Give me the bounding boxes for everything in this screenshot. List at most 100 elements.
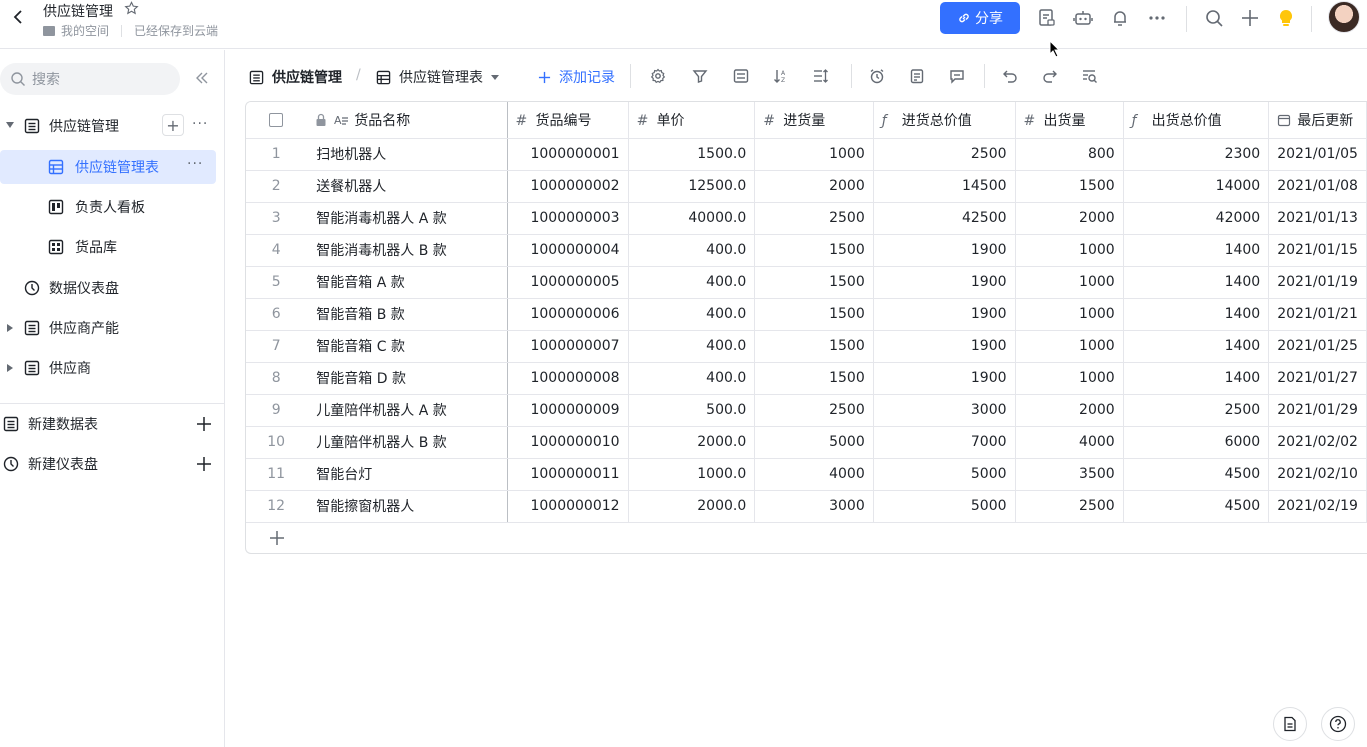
location-link[interactable]: 我的空间 xyxy=(61,22,109,39)
column-header-in-value[interactable]: ƒ 进货总价值 xyxy=(873,102,1016,139)
cell-out-val[interactable]: 4500 xyxy=(1123,490,1270,523)
cell-out-qty[interactable]: 4000 xyxy=(1015,426,1124,459)
column-header-name[interactable]: A 货品名称 xyxy=(306,102,508,139)
cell-out-val[interactable]: 1400 xyxy=(1123,298,1270,331)
table-row[interactable]: 7 智能音箱 C 款 1000000007 400.0 1500 1900 1000 1400… xyxy=(246,330,1367,363)
cell-name[interactable]: 儿童陪伴机器人 A 款 xyxy=(306,394,508,427)
expand-caret-icon[interactable] xyxy=(6,122,14,128)
cell-out-qty[interactable]: 1000 xyxy=(1015,266,1124,299)
cell-out-qty[interactable]: 1000 xyxy=(1015,298,1124,331)
cell-in-val[interactable]: 1900 xyxy=(873,298,1016,331)
cell-name[interactable]: 智能擦窗机器人 xyxy=(306,490,508,523)
table-row[interactable]: 8 智能音箱 D 款 1000000008 400.0 1500 1900 1000 1400… xyxy=(246,362,1367,395)
column-header-in-qty[interactable]: # 进货量 xyxy=(754,102,874,139)
column-header-last-updated[interactable]: 最后更新 xyxy=(1268,102,1367,139)
select-all-checkbox[interactable] xyxy=(269,112,284,127)
sidebar-item-dashboard[interactable]: 数据仪表盘 xyxy=(0,271,225,305)
cell-code[interactable]: 1000000010 xyxy=(507,426,629,459)
cell-date[interactable]: 2021/01/13 xyxy=(1268,202,1367,235)
row-height-icon[interactable] xyxy=(813,68,829,84)
cell-out-qty[interactable]: 1000 xyxy=(1015,330,1124,363)
cell-in-qty[interactable]: 4000 xyxy=(754,458,874,491)
cell-date[interactable]: 2021/01/21 xyxy=(1268,298,1367,331)
cell-in-qty[interactable]: 2500 xyxy=(754,394,874,427)
cell-name[interactable]: 扫地机器人 xyxy=(306,138,508,171)
cell-name[interactable]: 智能音箱 B 款 xyxy=(306,298,508,331)
cell-code[interactable]: 1000000002 xyxy=(507,170,629,203)
lightbulb-icon[interactable] xyxy=(1276,8,1296,28)
document-lock-icon[interactable] xyxy=(1037,8,1057,28)
cell-price[interactable]: 2000.0 xyxy=(628,426,756,459)
cell-out-val[interactable]: 2300 xyxy=(1123,138,1270,171)
cell-name[interactable]: 智能消毒机器人 A 款 xyxy=(306,202,508,235)
find-icon[interactable] xyxy=(1082,68,1098,84)
cell-in-val[interactable]: 1900 xyxy=(873,266,1016,299)
cell-in-val[interactable]: 1900 xyxy=(873,362,1016,395)
column-header-out-value[interactable]: ƒ 出货总价值 xyxy=(1123,102,1270,139)
table-row[interactable]: 2 送餐机器人 1000000002 12500.0 2000 14500 1500 1400… xyxy=(246,170,1367,203)
table-row[interactable]: 9 儿童陪伴机器人 A 款 1000000009 500.0 2500 3000 2000 2… xyxy=(246,394,1367,427)
cell-in-val[interactable]: 1900 xyxy=(873,234,1016,267)
cell-code[interactable]: 1000000005 xyxy=(507,266,629,299)
redo-icon[interactable] xyxy=(1042,68,1058,84)
cell-in-val[interactable]: 5000 xyxy=(873,490,1016,523)
document-button[interactable] xyxy=(1273,707,1307,741)
cell-name[interactable]: 智能音箱 A 款 xyxy=(306,266,508,299)
column-header-out-qty[interactable]: # 出货量 xyxy=(1015,102,1124,139)
group-icon[interactable] xyxy=(733,68,749,84)
cell-name[interactable]: 智能音箱 D 款 xyxy=(306,362,508,395)
cell-code[interactable]: 1000000001 xyxy=(507,138,629,171)
expand-caret-icon[interactable] xyxy=(7,364,13,372)
new-table-button[interactable]: 新建数据表 xyxy=(0,407,225,441)
cell-date[interactable]: 2021/01/15 xyxy=(1268,234,1367,267)
cell-code[interactable]: 1000000009 xyxy=(507,394,629,427)
cell-name[interactable]: 儿童陪伴机器人 B 款 xyxy=(306,426,508,459)
cell-out-val[interactable]: 14000 xyxy=(1123,170,1270,203)
cell-price[interactable]: 400.0 xyxy=(628,266,756,299)
share-button[interactable]: 分享 xyxy=(940,2,1020,34)
more-icon[interactable] xyxy=(1147,8,1167,28)
sidebar-item-supply-chain-table[interactable]: 供应链管理表 xyxy=(0,150,216,184)
cell-date[interactable]: 2021/02/10 xyxy=(1268,458,1367,491)
column-header-code[interactable]: # 货品编号 xyxy=(507,102,629,139)
help-button[interactable] xyxy=(1321,707,1355,741)
search-icon[interactable] xyxy=(1204,8,1224,28)
cell-out-qty[interactable]: 800 xyxy=(1015,138,1124,171)
cell-in-qty[interactable]: 1500 xyxy=(754,362,874,395)
cell-in-qty[interactable]: 3000 xyxy=(754,490,874,523)
cell-price[interactable]: 400.0 xyxy=(628,330,756,363)
table-row[interactable]: 11 智能台灯 1000000011 1000.0 4000 5000 3500 4500 20… xyxy=(246,458,1367,491)
cell-in-qty[interactable]: 2500 xyxy=(754,202,874,235)
cell-in-qty[interactable]: 1500 xyxy=(754,330,874,363)
cell-out-val[interactable]: 2500 xyxy=(1123,394,1270,427)
cell-price[interactable]: 400.0 xyxy=(628,362,756,395)
cell-name[interactable]: 送餐机器人 xyxy=(306,170,508,203)
plus-icon[interactable] xyxy=(1240,8,1260,28)
add-record-button[interactable]: 添加记录 xyxy=(538,67,615,87)
cell-in-val[interactable]: 3000 xyxy=(873,394,1016,427)
cell-date[interactable]: 2021/01/05 xyxy=(1268,138,1367,171)
sidebar-item-supplier[interactable]: 供应商 xyxy=(0,351,225,385)
select-all-cell[interactable] xyxy=(246,102,307,139)
cell-in-qty[interactable]: 2000 xyxy=(754,170,874,203)
cell-out-val[interactable]: 1400 xyxy=(1123,266,1270,299)
comment-icon[interactable] xyxy=(949,68,965,84)
cell-in-val[interactable]: 14500 xyxy=(873,170,1016,203)
cell-out-qty[interactable]: 2000 xyxy=(1015,202,1124,235)
cell-date[interactable]: 2021/01/25 xyxy=(1268,330,1367,363)
cell-in-val[interactable]: 2500 xyxy=(873,138,1016,171)
add-view-button[interactable]: + xyxy=(162,114,184,136)
table-row[interactable]: 6 智能音箱 B 款 1000000006 400.0 1500 1900 1000 1400… xyxy=(246,298,1367,331)
cell-code[interactable]: 1000000003 xyxy=(507,202,629,235)
star-icon[interactable] xyxy=(124,1,139,16)
cell-in-val[interactable]: 7000 xyxy=(873,426,1016,459)
sidebar-item-owner-kanban[interactable]: 负责人看板 xyxy=(0,190,225,224)
cell-price[interactable]: 500.0 xyxy=(628,394,756,427)
cell-price[interactable]: 12500.0 xyxy=(628,170,756,203)
plus-icon[interactable] xyxy=(196,456,212,472)
table-row[interactable]: 4 智能消毒机器人 B 款 1000000004 400.0 1500 1900 1000 1… xyxy=(246,234,1367,267)
filter-icon[interactable] xyxy=(692,68,708,84)
cell-date[interactable]: 2021/01/08 xyxy=(1268,170,1367,203)
cell-price[interactable]: 1500.0 xyxy=(628,138,756,171)
cell-out-val[interactable]: 6000 xyxy=(1123,426,1270,459)
